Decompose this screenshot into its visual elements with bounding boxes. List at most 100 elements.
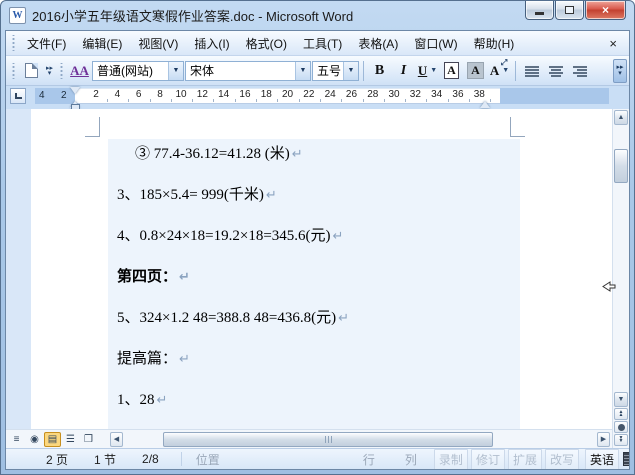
horizontal-scrollbar-track[interactable]: [125, 431, 595, 448]
reading-layout-view-button[interactable]: ❒: [80, 432, 97, 447]
document-paragraph-6[interactable]: 1、28 ↵: [117, 388, 167, 409]
menu-item-2[interactable]: 视图(V): [130, 33, 186, 55]
italic-icon: I: [400, 62, 407, 78]
ruler-tick: [213, 99, 215, 102]
paragraph-text: ③ 77.4-36.12=41.28 (米): [135, 146, 290, 162]
justify-icon: [524, 65, 539, 77]
font-dropdown-icon[interactable]: ▼: [295, 61, 310, 80]
align-center-button[interactable]: [544, 60, 567, 82]
document-paragraph-0[interactable]: ③ 77.4-36.12=41.28 (米) ↵: [135, 142, 303, 163]
character-scale-dropdown-icon[interactable]: ▼: [502, 67, 509, 74]
document-paragraph-1[interactable]: 3、185×5.4= 999(千米) ↵: [117, 183, 277, 204]
character-scale-button[interactable]: A▼: [488, 58, 511, 82]
underline-button[interactable]: U ▼: [416, 60, 439, 82]
underline-dropdown-icon[interactable]: ▼: [430, 67, 437, 74]
spelling-status-icon[interactable]: [623, 452, 629, 466]
word-app-icon[interactable]: W: [9, 7, 26, 24]
vertical-scrollbar-thumb[interactable]: [614, 149, 628, 183]
styles-pane-button[interactable]: AA: [68, 60, 91, 82]
menu-item-0[interactable]: 文件(F): [19, 33, 74, 55]
justify-button[interactable]: [520, 60, 543, 82]
ruler-number: 8: [157, 89, 163, 100]
toolbar-grip-handle-2[interactable]: [59, 62, 64, 79]
tab-selector-button[interactable]: [10, 88, 26, 104]
ruler-number: 2: [93, 89, 99, 100]
close-button[interactable]: ×: [585, 1, 626, 20]
scroll-left-button[interactable]: ◀: [110, 431, 123, 447]
minimize-icon: [535, 12, 544, 15]
left-tab-icon: [14, 93, 22, 99]
status-column-label: 列: [404, 452, 417, 467]
status-indicator-2[interactable]: 扩展: [507, 449, 542, 469]
paragraph-text: 5、324×1.2 48=388.8 48=436.8(元): [117, 310, 337, 326]
paragraph-mark-icon: ↵: [291, 147, 303, 162]
status-page-of-total: 2/8: [142, 452, 159, 466]
web-layout-view-button[interactable]: ◉: [26, 432, 43, 447]
ruler-tick: [298, 99, 300, 102]
titlebar[interactable]: W 2016小学五年级语文寒假作业答案.doc - Microsoft Word…: [1, 1, 634, 30]
ruler-tick: [256, 99, 257, 102]
bold-button[interactable]: B: [368, 60, 391, 82]
scroll-up-button[interactable]: ▲: [614, 110, 628, 125]
menu-item-3[interactable]: 插入(I): [186, 33, 237, 55]
print-layout-view-button[interactable]: ▤: [44, 431, 61, 447]
outline-view-button[interactable]: ☰: [62, 432, 79, 447]
word-window: W 2016小学五年级语文寒假作业答案.doc - Microsoft Word…: [0, 0, 635, 475]
paragraph-text: 提高篇：: [117, 351, 178, 367]
ruler-tick: [128, 99, 130, 102]
new-document-button[interactable]: [20, 60, 43, 82]
ruler-number: 4: [114, 89, 121, 100]
close-document-button[interactable]: ×: [605, 36, 621, 51]
document-page[interactable]: ③ 77.4-36.12=41.28 (米) ↵ 3、185×5.4= 999(千米…: [31, 109, 612, 429]
right-indent-marker[interactable]: [480, 96, 490, 108]
next-page-button[interactable]: ▼ ▼: [614, 434, 628, 446]
toolbar-overflow-button[interactable]: ▸▸ ▾: [613, 58, 627, 83]
menubar-grip-handle[interactable]: [11, 35, 16, 51]
character-border-button[interactable]: A: [440, 60, 463, 82]
horizontal-ruler[interactable]: 4 2 2 4 6 8 10 12 14 16 18 20 22 24 26 28 30 32 34 36 38: [35, 87, 609, 110]
menu-item-7[interactable]: 窗口(W): [406, 33, 465, 55]
menu-item-1[interactable]: 编辑(E): [74, 33, 130, 55]
paragraph-mark-icon: ↵: [265, 188, 277, 203]
ruler-number: 30: [388, 89, 400, 100]
style-combobox[interactable]: 普通(网站) ▼: [92, 60, 184, 81]
text-boundary-corner-right: [510, 117, 525, 137]
horizontal-scrollbar-thumb[interactable]: [163, 431, 493, 447]
document-paragraph-4[interactable]: 5、324×1.2 48=388.8 48=436.8(元) ↵: [117, 306, 349, 327]
font-size-dropdown-icon[interactable]: ▼: [343, 61, 358, 80]
document-paragraph-5[interactable]: 提高篇： ↵: [117, 347, 190, 368]
toolbar-grip-handle[interactable]: [11, 62, 16, 79]
status-indicator-3[interactable]: 改写: [544, 449, 579, 469]
character-shading-button[interactable]: A: [464, 60, 487, 82]
font-size-combobox[interactable]: 五号 ▼: [312, 60, 359, 81]
ruler-tick: [405, 99, 407, 102]
restore-button[interactable]: [555, 1, 584, 20]
status-indicator-1[interactable]: 修订: [470, 449, 505, 469]
menu-item-8[interactable]: 帮助(H): [466, 33, 523, 55]
document-paragraph-2[interactable]: 4、0.8×24×18=19.2×18=345.6(元) ↵: [117, 224, 343, 245]
document-paragraph-3[interactable]: 第四页： ↵: [117, 265, 190, 286]
vertical-scrollbar[interactable]: ▲ ▼ ▲ ▲ ▼ ▼: [612, 109, 629, 448]
previous-page-button[interactable]: ▲ ▲: [614, 408, 628, 420]
menu-item-5[interactable]: 工具(T): [295, 33, 350, 55]
menu-item-4[interactable]: 格式(O): [238, 33, 295, 55]
ruler-tick: [426, 99, 428, 102]
status-indicator-0[interactable]: 录制: [433, 449, 468, 469]
select-browse-object-button[interactable]: [614, 421, 628, 433]
minimize-button[interactable]: [525, 1, 554, 20]
menu-item-6[interactable]: 表格(A): [350, 33, 406, 55]
ruler-tick: [149, 99, 151, 102]
font-combobox[interactable]: 宋体 ▼: [185, 60, 311, 81]
status-language-indicator[interactable]: 英语: [584, 449, 619, 469]
ruler-tick: [362, 99, 364, 102]
scroll-right-button[interactable]: ▶: [597, 431, 610, 447]
toolbar-options-button[interactable]: ▸▸ ▾: [44, 65, 55, 77]
styles-pane-icon: AA: [70, 62, 89, 78]
scroll-down-button[interactable]: ▼: [614, 392, 628, 407]
italic-button[interactable]: I: [392, 60, 415, 82]
align-right-button[interactable]: [568, 60, 591, 82]
style-dropdown-icon[interactable]: ▼: [168, 61, 183, 80]
normal-view-button[interactable]: ≡: [8, 432, 25, 447]
ruler-tick: [447, 99, 449, 102]
ruler-margin-number: 2: [61, 90, 67, 101]
